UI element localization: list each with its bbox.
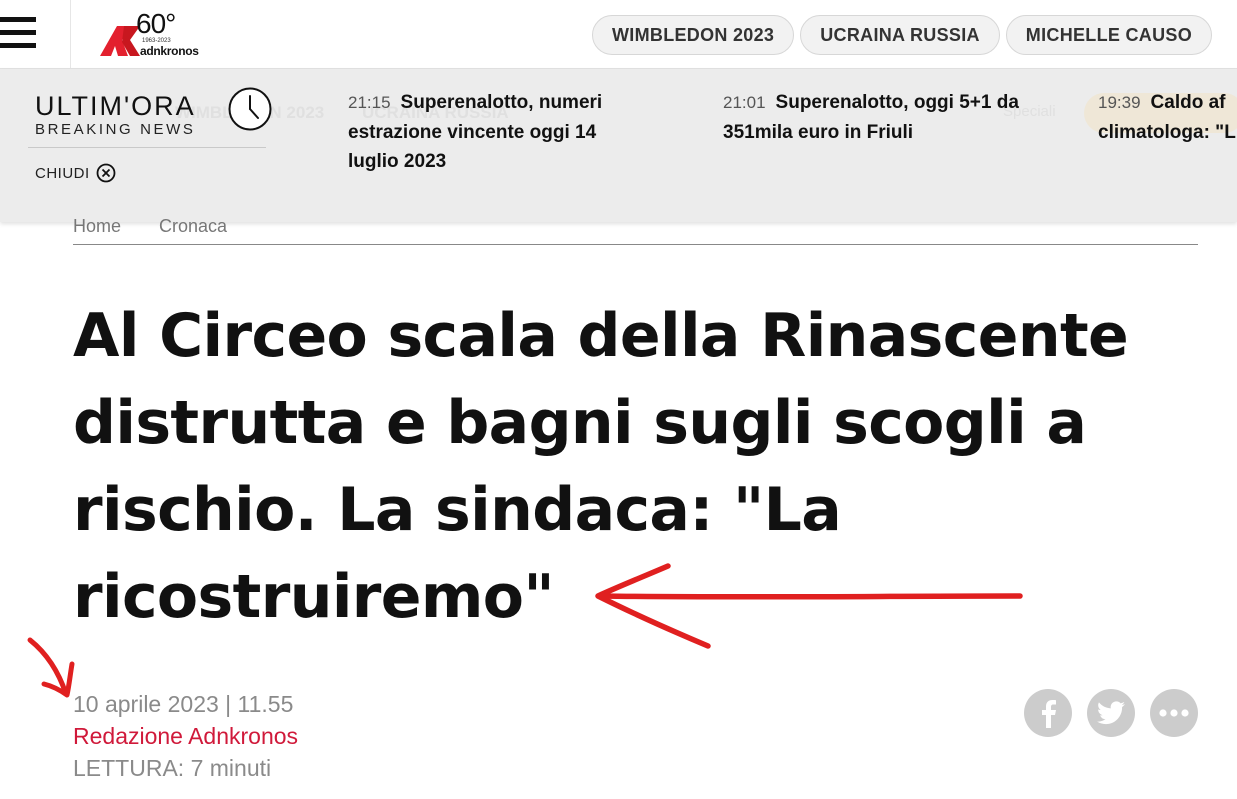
breadcrumb-divider	[73, 244, 1198, 245]
site-header: 60° 1963-2023 adnkronos WIMBLEDON 2023 U…	[0, 0, 1237, 69]
article-meta: 10 aprile 2023 | 11.55 Redazione Adnkron…	[73, 688, 298, 784]
close-breaking-news-button[interactable]: CHIUDI	[35, 163, 116, 183]
news-headline: Superenalotto, oggi 5+1 da 351mila euro …	[723, 92, 1019, 143]
twitter-share-button[interactable]	[1087, 689, 1135, 737]
logo-mark-icon	[100, 26, 140, 56]
more-icon	[1159, 709, 1189, 717]
twitter-icon	[1097, 701, 1125, 725]
reading-time: LETTURA: 7 minuti	[73, 755, 272, 781]
adnkronos-logo[interactable]: 60° 1963-2023 adnkronos	[100, 8, 220, 60]
breaking-news-item[interactable]: 19:39 Caldo af climatologa: "L	[1098, 88, 1237, 147]
clock-icon	[228, 87, 272, 131]
logo-brand: adnkronos	[140, 44, 199, 58]
news-time: 21:01	[723, 93, 766, 112]
breaking-news-item[interactable]: 21:01 Superenalotto, oggi 5+1 da 351mila …	[723, 88, 1023, 147]
logo-anniversary: 60°	[136, 8, 176, 39]
facebook-share-button[interactable]	[1024, 689, 1072, 737]
topic-michelle-causo[interactable]: MICHELLE CAUSO	[1005, 15, 1212, 55]
header-divider	[70, 0, 71, 68]
breaking-news-title: ULTIM'ORA	[35, 91, 196, 121]
breadcrumb-home[interactable]: Home	[73, 216, 121, 237]
more-share-button[interactable]	[1150, 689, 1198, 737]
breaking-news-item[interactable]: 21:15 Superenalotto, numeri estrazione vi…	[348, 88, 648, 177]
close-label: CHIUDI	[35, 164, 90, 182]
article-author-link[interactable]: Redazione Adnkronos	[73, 720, 298, 752]
breaking-news-subtitle: BREAKING NEWS	[35, 121, 196, 138]
article-date: 10 aprile 2023 | 11.55	[73, 691, 294, 717]
annotation-arrow-down-icon	[27, 637, 75, 698]
article-title: Al Circeo scala della Rinascente distrut…	[73, 301, 1129, 632]
menu-icon[interactable]	[0, 17, 36, 51]
trending-topics: WIMBLEDON 2023 UCRAINA RUSSIA MICHELLE C…	[592, 15, 1212, 55]
news-time: 19:39	[1098, 93, 1141, 112]
topic-ucraina-russia[interactable]: UCRAINA RUSSIA	[800, 15, 1000, 55]
breaking-news-panel: WIMBLEDON 2023 UCRAINA RUSSIA Speciali U…	[0, 69, 1237, 222]
facebook-icon	[1042, 700, 1056, 728]
news-time: 21:15	[348, 93, 391, 112]
breadcrumb-cronaca[interactable]: Cronaca	[159, 216, 227, 237]
breaking-news-divider	[28, 147, 266, 148]
close-icon	[96, 163, 116, 183]
topic-wimbledon[interactable]: WIMBLEDON 2023	[592, 15, 795, 55]
breadcrumb: Home Cronaca	[73, 216, 227, 237]
